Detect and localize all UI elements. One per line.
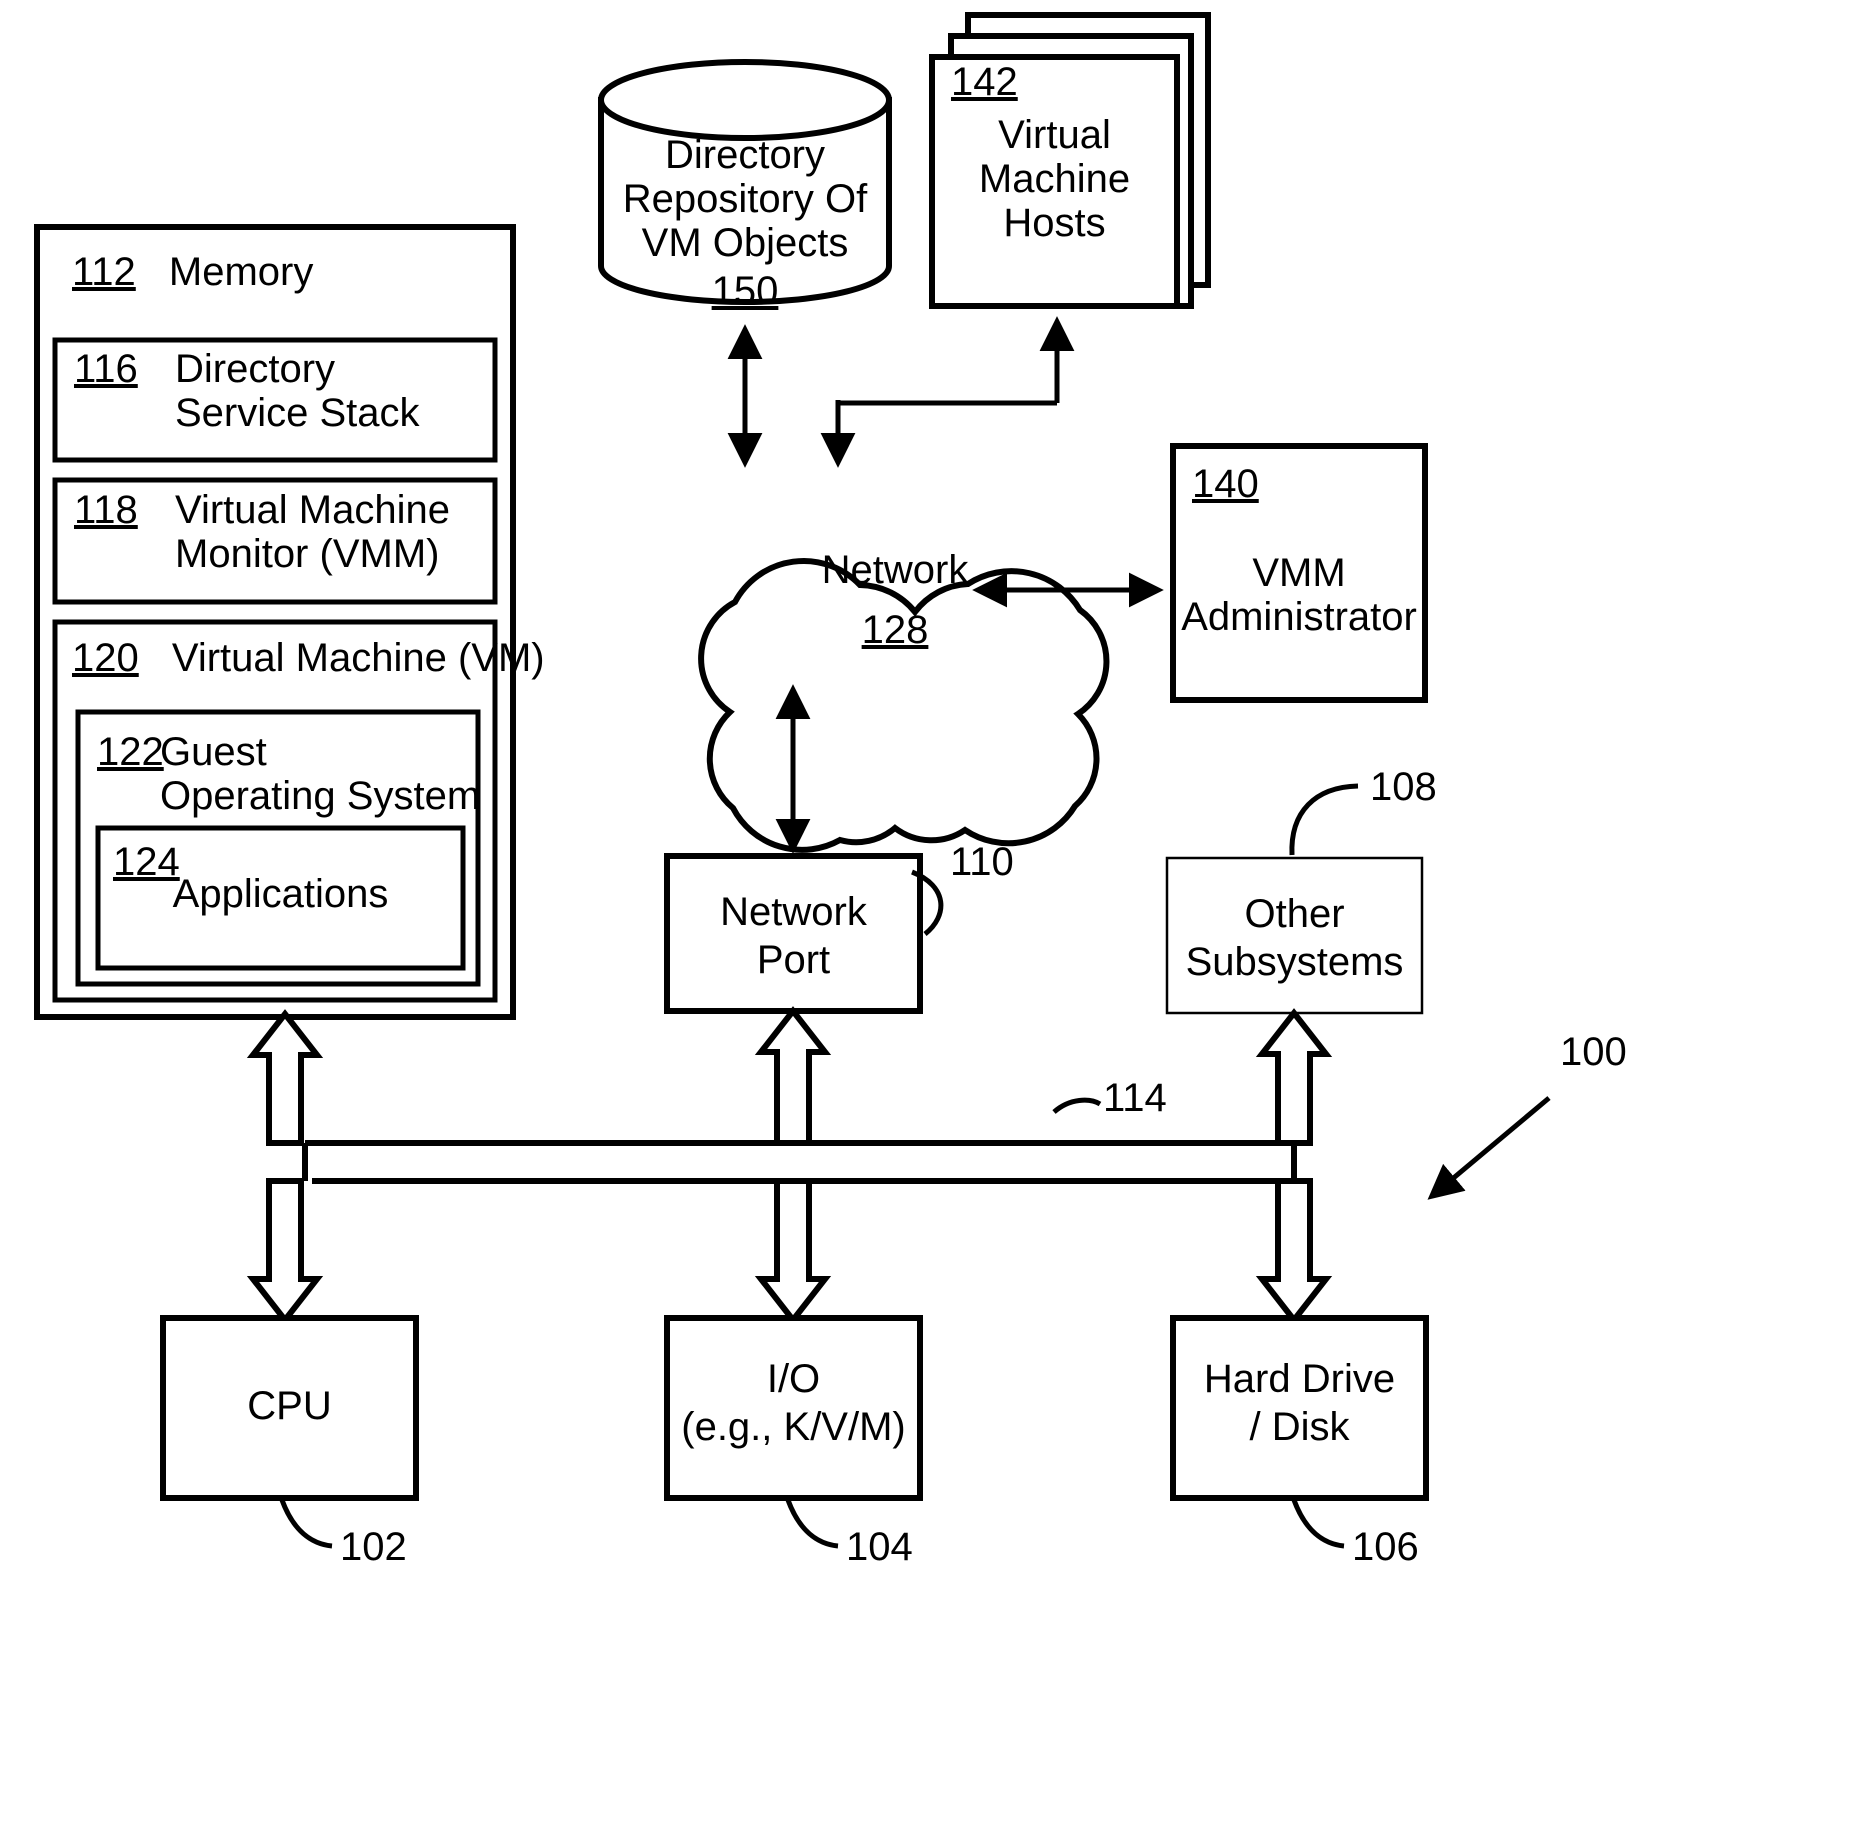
hollow-arrow-bus-cpu	[246, 1178, 324, 1325]
vmmadmin-line1: VMM	[1252, 551, 1346, 595]
hollow-arrow-shape	[754, 1006, 832, 1146]
network-label: Network	[821, 548, 969, 592]
othersub-line2: Subsystems	[1185, 940, 1404, 984]
hollow-arrow-shape	[246, 1178, 324, 1325]
othersub-line1: Other	[1244, 892, 1345, 936]
hollow-arrow-networkport-bus	[754, 1006, 832, 1146]
io-leader	[785, 1499, 839, 1549]
memory-ref: 112 Memory	[72, 250, 314, 294]
guestos-line2: Operating System	[160, 774, 481, 818]
overall-ref-arrow	[1427, 1096, 1551, 1200]
repo-line2: Repository Of	[622, 177, 868, 221]
arrow-vmhosts-network	[820, 316, 1075, 468]
io-ref: 104	[846, 1525, 913, 1569]
guest-os-label: Guest Operating System	[160, 730, 480, 818]
other-subsystems-ref: 108	[1370, 765, 1437, 809]
cylinder-top	[598, 59, 892, 141]
directory-service-stack-label: Directory Service Stack	[175, 347, 420, 435]
vm-hosts-ref: 142	[951, 60, 1018, 104]
cloud-outline	[698, 558, 1110, 853]
dss-line2: Service Stack	[175, 391, 420, 435]
hdd-line1: Hard Drive	[1203, 1357, 1396, 1401]
vmm-line1: Virtual Machine	[175, 488, 450, 532]
hard-drive-leader	[1291, 1499, 1345, 1549]
cpu-ref: 102	[340, 1525, 407, 1569]
vmm-label: Virtual Machine Monitor (VMM)	[175, 488, 450, 576]
hard-drive-label: Hard Drive / Disk	[1173, 1355, 1426, 1451]
applications-label: Applications	[172, 872, 389, 916]
hdd-line2: / Disk	[1249, 1405, 1350, 1449]
overall-ref: 100	[1560, 1030, 1627, 1074]
vmm-line2: Monitor (VMM)	[175, 532, 440, 576]
repository-label: Directory Repository Of VM Objects 150	[601, 133, 889, 313]
guestos-line1: Guest	[160, 730, 267, 774]
io-line2: (e.g., K/V/M)	[681, 1405, 906, 1449]
repo-line3: VM Objects	[641, 221, 849, 265]
vmm-administrator-label: VMM Administrator	[1173, 551, 1425, 639]
vmhosts-line2: Machine	[978, 157, 1131, 201]
other-subsystems-label: Other Subsystems	[1167, 890, 1422, 986]
repo-line1: Directory	[664, 133, 826, 177]
directory-service-stack-ref: 116	[74, 347, 138, 391]
vmm-administrator-ref: 140	[1192, 462, 1259, 506]
netport-line2: Port	[756, 938, 831, 982]
hard-drive-ref: 106	[1352, 1525, 1419, 1569]
hollow-arrow-bus-harddrive	[1255, 1178, 1333, 1325]
other-subsystems-leader	[1289, 783, 1359, 856]
dss-line1: Directory	[175, 347, 336, 391]
hollow-arrow-othersubsystems-bus	[1255, 1008, 1333, 1146]
io-label: I/O (e.g., K/V/M)	[667, 1355, 920, 1451]
vm-hosts-label: Virtual Machine Hosts	[932, 113, 1177, 245]
vmhosts-line1: Virtual	[998, 113, 1111, 157]
repo-ref: 150	[711, 269, 779, 313]
network-ref: 128	[861, 608, 929, 652]
bus-leader	[1052, 1097, 1102, 1114]
vmhosts-line3: Hosts	[1003, 201, 1106, 245]
network-cloud	[698, 558, 1110, 853]
hollow-arrow-memory-bus	[246, 1009, 324, 1146]
io-line1: I/O	[766, 1357, 821, 1401]
hollow-arrow-shape	[754, 1178, 832, 1325]
hollow-arrow-shape	[1255, 1178, 1333, 1325]
hollow-arrow-bus-io	[754, 1178, 832, 1325]
network-port-label: Network Port	[667, 888, 920, 984]
cpu-leader	[279, 1499, 333, 1549]
figure-canvas: 112 Memory 116 Directory Service Stack 1…	[0, 0, 1869, 1832]
virtual-machine-ref: 120 Virtual Machine (VM)	[72, 636, 545, 680]
bus-ref: 114	[1103, 1076, 1167, 1120]
vmmadmin-line2: Administrator	[1181, 595, 1417, 639]
hollow-arrow-shape	[1255, 1008, 1333, 1146]
cpu-label: CPU	[247, 1384, 332, 1428]
netport-line1: Network	[720, 890, 867, 934]
vmm-ref: 118	[74, 488, 138, 532]
network-port-ref: 110	[950, 840, 1014, 884]
guest-os-ref: 122	[97, 730, 164, 774]
hollow-arrow-shape	[246, 1009, 324, 1146]
